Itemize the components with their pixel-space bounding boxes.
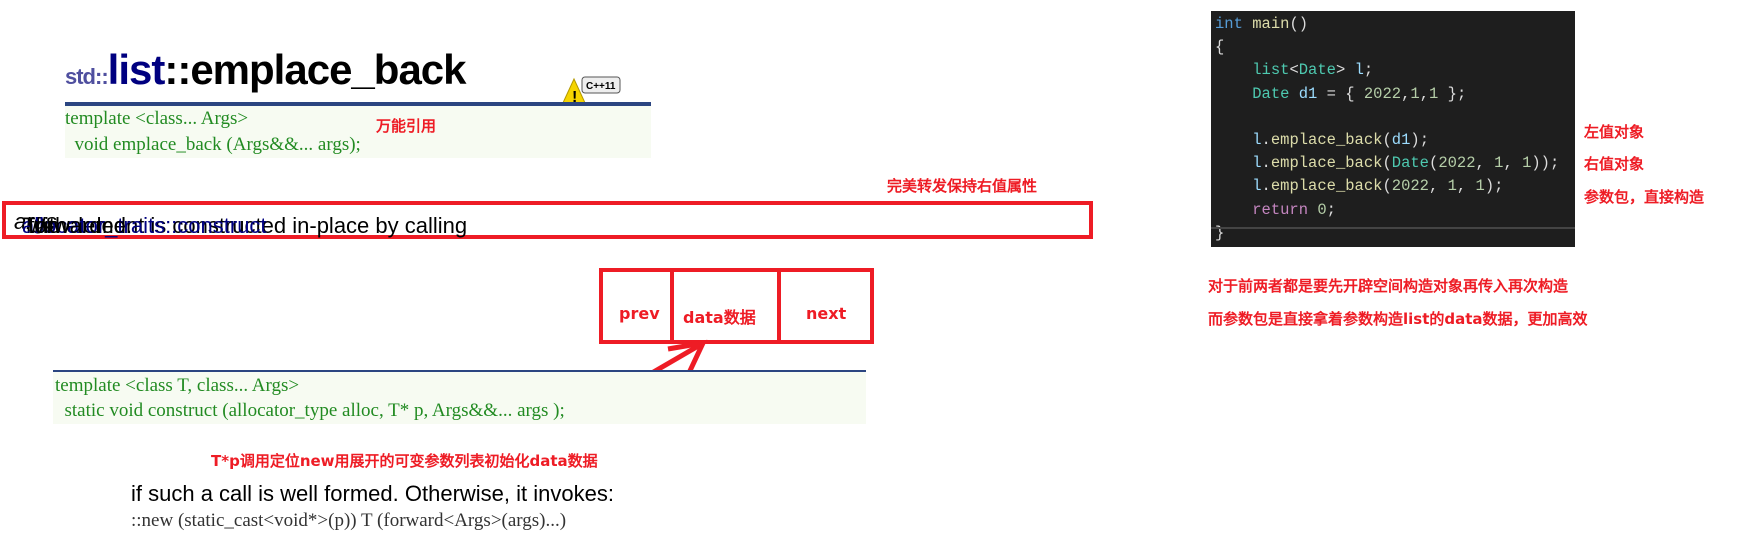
- code-token: l: [1354, 61, 1364, 80]
- code-line: l.emplace_back(2022, 1, 1);: [1215, 177, 1503, 195]
- code-token: };: [1438, 84, 1467, 103]
- note-line-1: 对于前两者都是要先开辟空间构造对象再传入再次构造: [1208, 277, 1569, 295]
- code-token: emplace_back: [1270, 131, 1383, 149]
- page-title: std::list::emplace_back: [65, 46, 467, 93]
- code-token: d1: [1391, 131, 1411, 149]
- construct-line: static void construct (allocator_type al…: [55, 400, 565, 421]
- code-token: <: [1289, 61, 1299, 80]
- code-token: 1: [1475, 177, 1485, 196]
- annotation-pack: 参数包，直接构造: [1584, 188, 1705, 206]
- code-token: ;: [1363, 61, 1374, 80]
- node-prev: prev: [619, 304, 660, 323]
- code-token: l: [1252, 154, 1262, 173]
- code-token: d1: [1298, 84, 1318, 103]
- cpp11-warning-icon: ! C++11: [551, 57, 621, 106]
- node-data: data数据: [683, 308, 756, 327]
- code-token: 1: [1429, 84, 1439, 103]
- code-token: ,: [1429, 177, 1448, 196]
- code-token: );: [1410, 131, 1429, 149]
- code-token: ,: [1503, 154, 1523, 173]
- code-token: .: [1261, 177, 1271, 196]
- construct-line: template <class T, class... Args>: [55, 375, 300, 396]
- note-line-2: 而参数包是直接拿着参数构造list的data数据，更加高效: [1208, 310, 1588, 328]
- code-token: return: [1252, 200, 1309, 219]
- code-token: Date: [1252, 84, 1290, 103]
- code-token: ));: [1531, 154, 1560, 173]
- code-line: l.emplace_back(Date(2022, 1, 1));: [1215, 154, 1559, 172]
- annotation-placement-new: T*p调用定位new用展开的可变参数列表初始化data数据: [211, 452, 598, 470]
- annotation-lvalue: 左值对象: [1584, 123, 1645, 141]
- code-token: emplace_back: [1270, 154, 1383, 173]
- code-line: {: [1215, 38, 1224, 56]
- code-token: 1: [1410, 84, 1420, 103]
- code-line: l.emplace_back(d1);: [1215, 131, 1429, 149]
- code-token: Date: [1298, 61, 1336, 80]
- code-token: l: [1252, 131, 1262, 149]
- code-token: {: [1215, 38, 1225, 57]
- code-token: int: [1215, 15, 1243, 33]
- code-token: ,: [1419, 84, 1430, 103]
- code-token: 2022: [1438, 154, 1476, 173]
- code-line: return 0;: [1215, 201, 1336, 219]
- new-expression: ::new (static_cast<void*>(p)) T (forward…: [131, 510, 567, 531]
- code-line: Date d1 = { 2022,1,1 };: [1215, 85, 1466, 103]
- annotation-universal-ref: 万能引用: [376, 117, 437, 135]
- code-token: >: [1335, 61, 1355, 80]
- signature-line: void emplace_back (Args&&... args);: [65, 134, 361, 155]
- code-token: (: [1382, 131, 1392, 149]
- code-token: (: [1382, 154, 1392, 173]
- code-token: (: [1382, 177, 1392, 196]
- code-token: 2022: [1391, 177, 1429, 196]
- code-token: );: [1484, 177, 1504, 196]
- signature-line: template <class... Args>: [65, 108, 249, 129]
- code-token: ,: [1456, 177, 1476, 196]
- code-token: list: [1252, 61, 1290, 80]
- code-token: .: [1261, 131, 1271, 149]
- annotation-rvalue: 右值对象: [1584, 155, 1645, 173]
- annotation-perfect-forward: 完美转发保持右值属性: [887, 177, 1038, 195]
- description: The element is constructed in-place by c…: [14, 209, 474, 238]
- code-token: (: [1429, 154, 1439, 173]
- code-token: ,: [1475, 154, 1495, 173]
- code-token: 1: [1522, 154, 1532, 173]
- code-token: Date: [1391, 154, 1429, 173]
- code-token: main: [1252, 15, 1290, 33]
- code-token: emplace_back: [1270, 177, 1383, 196]
- code-token: 1: [1447, 177, 1457, 196]
- node-next: next: [806, 304, 847, 323]
- otherwise-text: if such a call is well formed. Otherwise…: [131, 481, 614, 506]
- list-node-diagram: prev data数据 next: [599, 268, 874, 344]
- code-token: l: [1252, 177, 1262, 196]
- code-token: 2022: [1363, 84, 1402, 103]
- code-line: int main(): [1215, 15, 1308, 33]
- code-token: ;: [1326, 200, 1336, 219]
- description-highlight: The element is constructed in-place by c…: [2, 201, 1093, 239]
- code-token: = {: [1317, 84, 1364, 103]
- code-token: ,: [1401, 84, 1411, 103]
- code-token: 0: [1317, 200, 1327, 219]
- code-editor: int main(){ list<Date> l; Date d1 = { 20…: [1211, 11, 1575, 247]
- code-token: .: [1261, 154, 1271, 173]
- svg-text:C++11: C++11: [586, 81, 616, 92]
- code-line: list<Date> l;: [1215, 61, 1373, 79]
- code-token: (): [1289, 15, 1309, 33]
